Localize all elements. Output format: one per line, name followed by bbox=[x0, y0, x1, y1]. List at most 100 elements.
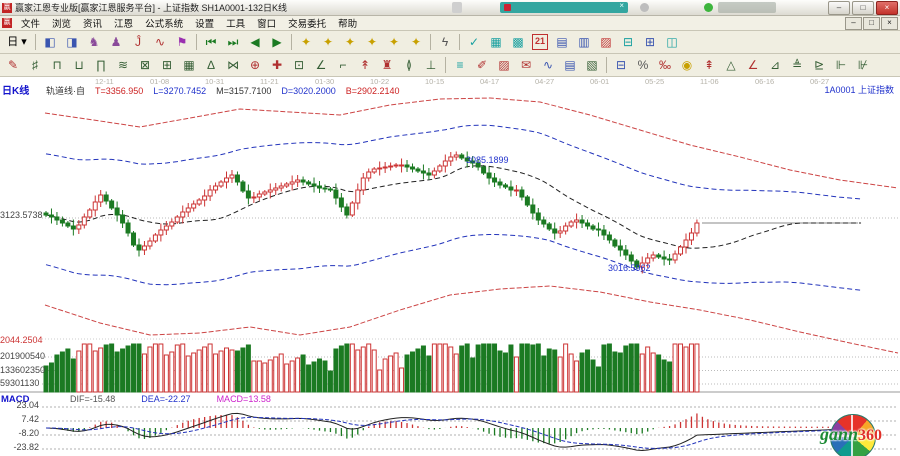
gridlines bbox=[0, 218, 900, 456]
menu-item[interactable]: 设置 bbox=[195, 16, 214, 30]
toolbar-icon[interactable]: ✦ bbox=[384, 32, 404, 52]
toolbar-icon[interactable]: ⊠ bbox=[135, 55, 155, 75]
toolbar-icon[interactable]: ≋ bbox=[113, 55, 133, 75]
toolbar-icon[interactable]: ✓ bbox=[464, 32, 484, 52]
toolbar-icon[interactable]: ⊥ bbox=[421, 55, 441, 75]
mdi-close-button[interactable]: × bbox=[881, 17, 898, 30]
toolbar-separator bbox=[430, 34, 431, 50]
toolbar-icon[interactable]: ✎ bbox=[3, 55, 23, 75]
toolbar-icon[interactable]: ◉ bbox=[677, 55, 697, 75]
toolbar-row-2: ✎♯⊓⊔∏≋⊠⊞▦∆⋈⊕✚⊡∠⌐↟♜≬⊥≡✐▨✉∿▤▧⊟%‰◉⇞△∠⊿≜⊵⊩⊮ bbox=[0, 54, 900, 77]
toolbar-icon[interactable]: ⊿ bbox=[765, 55, 785, 75]
toolbar-icon[interactable]: ▦ bbox=[179, 55, 199, 75]
toolbar-icon[interactable]: ⊕ bbox=[245, 55, 265, 75]
toolbar-icon[interactable]: 21 bbox=[532, 34, 548, 50]
toolbar-icon[interactable]: ⊩ bbox=[831, 55, 851, 75]
mdi-restore-button[interactable]: □ bbox=[863, 17, 880, 30]
mdi-minimize-button[interactable]: – bbox=[845, 17, 862, 30]
toolbar-icon[interactable]: ≬ bbox=[399, 55, 419, 75]
menu-item[interactable]: 窗口 bbox=[257, 16, 276, 30]
toolbar-icon[interactable]: ⊔ bbox=[69, 55, 89, 75]
toolbar-icon[interactable]: ◀ bbox=[245, 32, 265, 52]
toolbar-icon[interactable]: ⋈ bbox=[223, 55, 243, 75]
toolbar-icon[interactable]: ▥ bbox=[574, 32, 594, 52]
toolbar-icon[interactable]: ∿ bbox=[150, 32, 170, 52]
toolbar-icon[interactable]: △ bbox=[721, 55, 741, 75]
toolbar-icon[interactable]: ♜ bbox=[377, 55, 397, 75]
toolbar-icon[interactable]: Ĵ bbox=[128, 32, 148, 52]
toolbar-icon[interactable]: ✚ bbox=[267, 55, 287, 75]
toolbar-icon[interactable]: ✐ bbox=[472, 55, 492, 75]
close-button[interactable]: × bbox=[876, 1, 898, 15]
toolbar-icon[interactable]: ⚑ bbox=[172, 32, 192, 52]
menu-item[interactable]: 浏览 bbox=[52, 16, 71, 30]
toolbar-icon[interactable]: ✦ bbox=[318, 32, 338, 52]
toolbar-icon[interactable]: ⌐ bbox=[333, 55, 353, 75]
toolbar-icon[interactable]: % bbox=[633, 55, 653, 75]
menu-item[interactable]: 帮助 bbox=[338, 16, 357, 30]
menu-item[interactable]: 江恩 bbox=[114, 16, 133, 30]
toolbar-icon[interactable]: ◫ bbox=[662, 32, 682, 52]
middle-band-M bbox=[46, 166, 861, 249]
toolbar-icon[interactable]: ▨ bbox=[596, 32, 616, 52]
toolbar-icon[interactable]: ⏭ bbox=[223, 32, 243, 52]
toolbar-icon[interactable]: ⇞ bbox=[699, 55, 719, 75]
toolbar-icon[interactable]: ∠ bbox=[743, 55, 763, 75]
macd-axis-label: -23.82 bbox=[0, 442, 39, 452]
background-app-tab: × bbox=[500, 2, 628, 13]
volume-bars bbox=[44, 344, 699, 392]
toolbar-icon[interactable]: ✦ bbox=[406, 32, 426, 52]
toolbar-icon[interactable]: ✦ bbox=[362, 32, 382, 52]
macd-pane bbox=[46, 413, 861, 450]
menu-item[interactable]: 交易委托 bbox=[288, 16, 326, 30]
toolbar-icon[interactable]: ▶ bbox=[267, 32, 287, 52]
toolbar-icon[interactable]: ≜ bbox=[787, 55, 807, 75]
toolbar-icon[interactable]: ⊟ bbox=[611, 55, 631, 75]
toolbar-icon[interactable]: ▨ bbox=[494, 55, 514, 75]
toolbar-icon[interactable]: ⊟ bbox=[618, 32, 638, 52]
toolbar-icon[interactable]: ♟ bbox=[106, 32, 126, 52]
toolbar-icon[interactable]: ‰ bbox=[655, 55, 675, 75]
toolbar-icon[interactable]: ⊡ bbox=[289, 55, 309, 75]
symbol-label: 1A0001 上证指数 bbox=[824, 83, 894, 96]
gann360-logo: gann360 bbox=[818, 411, 900, 456]
menu-app-icon: 赢 bbox=[2, 18, 12, 28]
toolbar-separator bbox=[459, 34, 460, 50]
menu-item[interactable]: 工具 bbox=[226, 16, 245, 30]
toolbar-icon[interactable]: ▩ bbox=[508, 32, 528, 52]
toolbar-icon[interactable]: ◧ bbox=[40, 32, 60, 52]
menu-item[interactable]: 资讯 bbox=[83, 16, 102, 30]
maximize-button[interactable]: □ bbox=[852, 1, 874, 15]
toolbar-icon[interactable]: ⊓ bbox=[47, 55, 67, 75]
toolbar-icon[interactable]: ⊞ bbox=[157, 55, 177, 75]
toolbar-icon[interactable]: ♯ bbox=[25, 55, 45, 75]
toolbar-icon[interactable]: ∠ bbox=[311, 55, 331, 75]
toolbar-icon[interactable]: ✦ bbox=[296, 32, 316, 52]
toolbar-icon[interactable]: ✦ bbox=[340, 32, 360, 52]
menu-item[interactable]: 文件 bbox=[21, 16, 40, 30]
toolbar-icon[interactable]: ϟ bbox=[435, 32, 455, 52]
toolbar-icon[interactable]: ▤ bbox=[560, 55, 580, 75]
minimize-button[interactable]: – bbox=[828, 1, 850, 15]
toolbar-icon[interactable]: ⊞ bbox=[640, 32, 660, 52]
toolbar-icon[interactable]: ⊵ bbox=[809, 55, 829, 75]
toolbar-icon[interactable]: ≡ bbox=[450, 55, 470, 75]
toolbar-icon[interactable]: ∏ bbox=[91, 55, 111, 75]
toolbar-icon[interactable]: 日 ▾ bbox=[3, 32, 31, 52]
toolbar-icon[interactable]: ∿ bbox=[538, 55, 558, 75]
toolbar-icon[interactable]: ✉ bbox=[516, 55, 536, 75]
toolbar-icon[interactable]: ◨ bbox=[62, 32, 82, 52]
toolbar-icon[interactable]: ♞ bbox=[84, 32, 104, 52]
period-label[interactable]: 日K线 bbox=[2, 82, 29, 97]
toolbar-icon[interactable]: ↟ bbox=[355, 55, 375, 75]
toolbar-icon[interactable]: ▦ bbox=[486, 32, 506, 52]
price-axis-label-2: 2044.2504 bbox=[0, 335, 39, 345]
lower-band-D bbox=[46, 235, 861, 291]
toolbar-icon[interactable]: ∆ bbox=[201, 55, 221, 75]
toolbar-icon[interactable]: ▧ bbox=[582, 55, 602, 75]
toolbar-icon[interactable]: ▤ bbox=[552, 32, 572, 52]
toolbar-icon[interactable]: ⊮ bbox=[853, 55, 873, 75]
menu-item[interactable]: 公式系统 bbox=[145, 16, 183, 30]
chart-area[interactable]: 12-1101-0810-3111-2101-3010-2210-1504-17… bbox=[0, 77, 900, 456]
toolbar-icon[interactable]: ⏮ bbox=[201, 32, 221, 52]
